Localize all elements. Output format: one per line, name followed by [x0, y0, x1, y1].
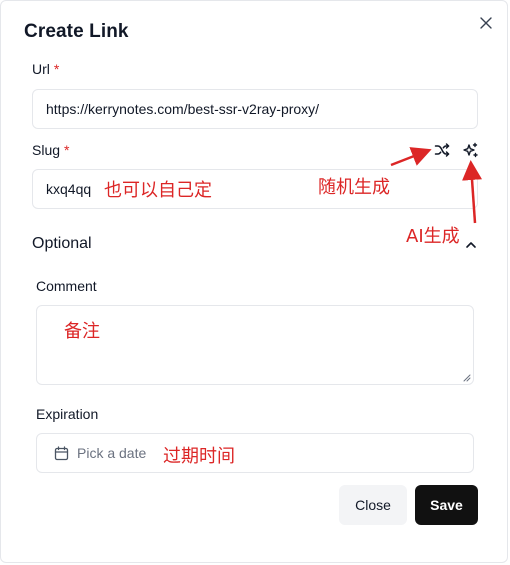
expiration-label: Expiration	[36, 406, 99, 422]
expiration-placeholder: Pick a date	[77, 445, 147, 461]
url-label-text: Url	[32, 61, 50, 77]
sparkles-icon[interactable]	[460, 140, 480, 160]
url-input-value: https://kerrynotes.com/best-ssr-v2ray-pr…	[46, 101, 320, 117]
url-input[interactable]: https://kerrynotes.com/best-ssr-v2ray-pr…	[32, 89, 478, 129]
close-button[interactable]: Close	[339, 485, 407, 525]
slug-input[interactable]: kxq4qq	[32, 169, 478, 209]
close-icon[interactable]	[475, 12, 497, 34]
chevron-up-icon[interactable]	[463, 237, 479, 253]
annotation-expiration-note: 过期时间	[163, 446, 235, 467]
create-link-dialog: Create Link Url * https://kerrynotes.com/…	[0, 0, 508, 563]
shuffle-icon[interactable]	[432, 140, 452, 160]
annotation-random-generate: 随机生成	[318, 177, 390, 198]
slug-label: Slug *	[32, 142, 69, 158]
comment-textarea[interactable]	[36, 305, 474, 385]
save-button[interactable]: Save	[415, 485, 478, 525]
expiration-date-picker[interactable]: Pick a date	[36, 433, 474, 473]
arrow-to-shuffle	[390, 147, 432, 167]
resize-grip-icon[interactable]	[462, 373, 471, 382]
slug-input-value: kxq4qq	[46, 181, 92, 197]
url-required-mark: *	[53, 61, 60, 77]
annotation-slug-custom: 也可以自己定	[104, 180, 212, 201]
url-label: Url *	[32, 61, 59, 77]
dialog-title: Create Link	[24, 21, 129, 42]
annotation-comment-note: 备注	[64, 321, 100, 342]
slug-required-mark: *	[64, 142, 70, 158]
optional-section-title: Optional	[32, 235, 92, 252]
comment-label: Comment	[36, 278, 97, 294]
annotation-ai-generate: AI生成	[406, 226, 460, 247]
calendar-icon	[54, 445, 69, 460]
slug-label-text: Slug	[32, 142, 61, 158]
